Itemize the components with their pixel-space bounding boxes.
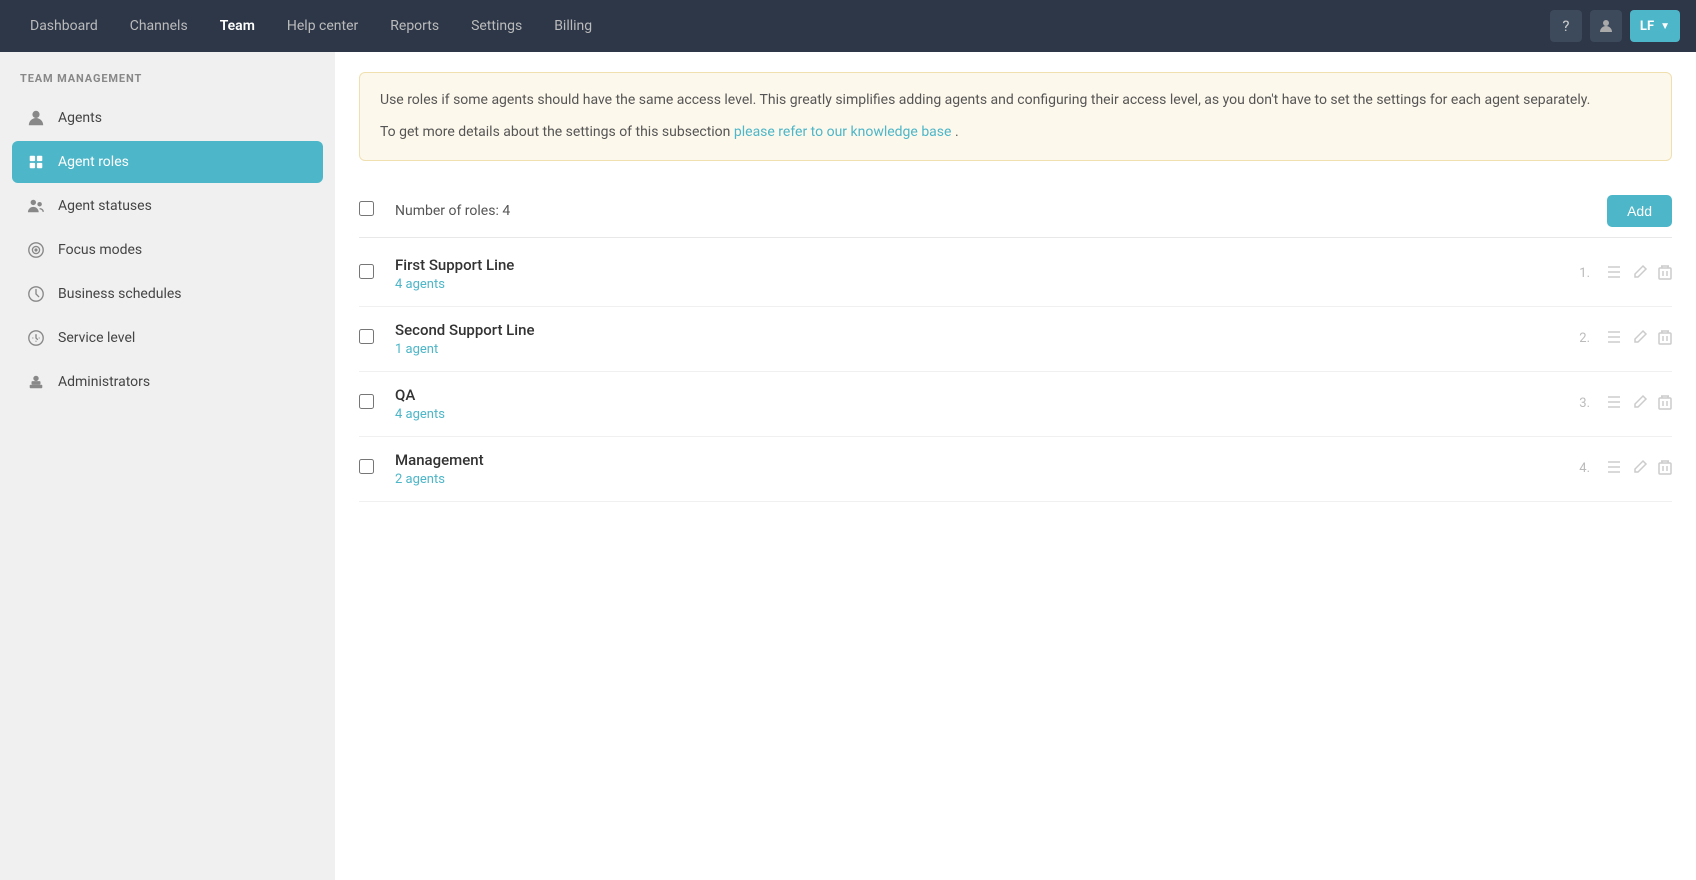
roles-header: Number of roles: 4 Add [359, 185, 1672, 238]
administrators-icon [26, 372, 46, 392]
role-name-2: Second Support Line [395, 321, 1579, 339]
role-info-3: QA 4 agents [395, 386, 1579, 422]
sidebar-administrators-label: Administrators [58, 374, 150, 390]
roles-count: Number of roles: 4 [395, 203, 1607, 219]
info-text-2-after: . [955, 124, 959, 140]
role-num-1: 1. [1579, 266, 1590, 281]
nav-channels[interactable]: Channels [116, 10, 202, 42]
agents-icon [26, 108, 46, 128]
delete-icon-1[interactable] [1658, 264, 1672, 284]
roles-count-label: Number of roles: [395, 203, 499, 219]
edit-icon-4[interactable] [1632, 459, 1648, 479]
role-checkbox-wrapper-3 [359, 394, 395, 413]
nav-right: ? LF ▼ [1550, 10, 1680, 42]
nav-team[interactable]: Team [206, 10, 269, 42]
role-num-4: 4. [1579, 461, 1590, 476]
chevron-down-icon: ▼ [1660, 21, 1670, 32]
role-actions-1: 1. [1579, 264, 1672, 284]
sidebar-item-agent-statuses[interactable]: Agent statuses [12, 185, 323, 227]
business-schedules-icon [26, 284, 46, 304]
sidebar-agent-roles-label: Agent roles [58, 154, 129, 170]
reorder-icon-4[interactable] [1606, 460, 1622, 478]
role-actions-3: 3. [1579, 394, 1672, 414]
role-name-3: QA [395, 386, 1579, 404]
sidebar-agent-statuses-label: Agent statuses [58, 198, 152, 214]
role-agents-2[interactable]: 1 agent [395, 342, 1579, 357]
nav-reports[interactable]: Reports [376, 10, 453, 42]
table-row: Management 2 agents 4. [359, 437, 1672, 502]
delete-icon-4[interactable] [1658, 459, 1672, 479]
role-checkbox-wrapper-4 [359, 459, 395, 478]
nav-settings[interactable]: Settings [457, 10, 536, 42]
role-list: First Support Line 4 agents 1. [359, 242, 1672, 502]
main-content: Use roles if some agents should have the… [335, 52, 1696, 880]
sidebar-item-agent-roles[interactable]: Agent roles [12, 141, 323, 183]
info-banner: Use roles if some agents should have the… [359, 72, 1672, 161]
user-icon-button[interactable] [1590, 10, 1622, 42]
role-info-1: First Support Line 4 agents [395, 256, 1579, 292]
select-all-checkbox[interactable] [359, 201, 374, 216]
role-name-4: Management [395, 451, 1579, 469]
help-icon-button[interactable]: ? [1550, 10, 1582, 42]
info-text-1: Use roles if some agents should have the… [380, 89, 1651, 111]
agent-statuses-icon [26, 196, 46, 216]
service-level-icon [26, 328, 46, 348]
role-checkbox-wrapper-1 [359, 264, 395, 283]
reorder-icon-2[interactable] [1606, 330, 1622, 348]
edit-icon-3[interactable] [1632, 394, 1648, 414]
edit-icon-2[interactable] [1632, 329, 1648, 349]
select-all-checkbox-wrapper [359, 201, 395, 220]
focus-modes-icon [26, 240, 46, 260]
reorder-icon-3[interactable] [1606, 395, 1622, 413]
knowledge-base-link[interactable]: please refer to our knowledge base [734, 124, 952, 140]
sidebar-agents-label: Agents [58, 110, 102, 126]
add-role-button[interactable]: Add [1607, 195, 1672, 227]
sidebar-item-service-level[interactable]: Service level [12, 317, 323, 359]
role-checkbox-wrapper-2 [359, 329, 395, 348]
role-num-3: 3. [1579, 396, 1590, 411]
nav-help-center[interactable]: Help center [273, 10, 372, 42]
delete-icon-2[interactable] [1658, 329, 1672, 349]
delete-icon-3[interactable] [1658, 394, 1672, 414]
sidebar-focus-modes-label: Focus modes [58, 242, 142, 258]
roles-count-value: 4 [502, 203, 510, 219]
nav-items: Dashboard Channels Team Help center Repo… [16, 10, 1550, 42]
edit-icon-1[interactable] [1632, 264, 1648, 284]
sidebar-item-administrators[interactable]: Administrators [12, 361, 323, 403]
role-checkbox-2[interactable] [359, 329, 374, 344]
info-text-2: To get more details about the settings o… [380, 121, 1651, 143]
role-info-2: Second Support Line 1 agent [395, 321, 1579, 357]
top-nav: Dashboard Channels Team Help center Repo… [0, 0, 1696, 52]
role-name-1: First Support Line [395, 256, 1579, 274]
role-checkbox-3[interactable] [359, 394, 374, 409]
nav-billing[interactable]: Billing [540, 10, 606, 42]
role-agents-3[interactable]: 4 agents [395, 407, 1579, 422]
role-agents-1[interactable]: 4 agents [395, 277, 1579, 292]
role-checkbox-4[interactable] [359, 459, 374, 474]
role-info-4: Management 2 agents [395, 451, 1579, 487]
table-row: First Support Line 4 agents 1. [359, 242, 1672, 307]
sidebar-item-agents[interactable]: Agents [12, 97, 323, 139]
sidebar: TEAM MANAGEMENT Agents Agent roles [0, 52, 335, 880]
role-num-2: 2. [1579, 331, 1590, 346]
table-row: Second Support Line 1 agent 2. [359, 307, 1672, 372]
page-layout: TEAM MANAGEMENT Agents Agent roles [0, 52, 1696, 880]
role-agents-4[interactable]: 2 agents [395, 472, 1579, 487]
role-actions-2: 2. [1579, 329, 1672, 349]
nav-dashboard[interactable]: Dashboard [16, 10, 112, 42]
table-row: QA 4 agents 3. [359, 372, 1672, 437]
sidebar-business-schedules-label: Business schedules [58, 286, 182, 302]
user-initials: LF [1640, 19, 1654, 34]
sidebar-section-title: TEAM MANAGEMENT [12, 72, 323, 85]
user-badge[interactable]: LF ▼ [1630, 10, 1680, 42]
sidebar-service-level-label: Service level [58, 330, 135, 346]
role-actions-4: 4. [1579, 459, 1672, 479]
info-text-2-before: To get more details about the settings o… [380, 124, 734, 140]
reorder-icon-1[interactable] [1606, 265, 1622, 283]
sidebar-item-focus-modes[interactable]: Focus modes [12, 229, 323, 271]
sidebar-item-business-schedules[interactable]: Business schedules [12, 273, 323, 315]
role-checkbox-1[interactable] [359, 264, 374, 279]
agent-roles-icon [26, 152, 46, 172]
